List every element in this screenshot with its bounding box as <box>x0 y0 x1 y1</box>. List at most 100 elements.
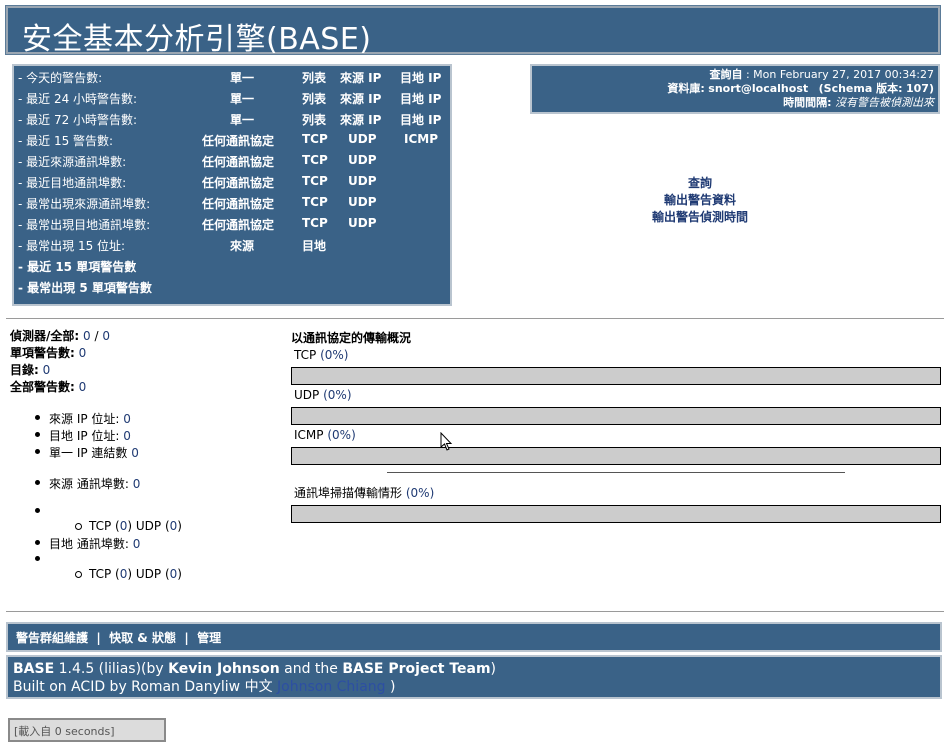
src-port-link[interactable]: 0 <box>133 477 141 491</box>
sensors-label: 偵測器/全部: <box>10 329 80 343</box>
icmp-label: ICMP <box>294 428 324 442</box>
dst-udp-label: ) UDP ( <box>127 567 170 581</box>
src-ip-link[interactable]: 0 <box>123 412 131 426</box>
nav-link[interactable]: TCP <box>302 153 328 167</box>
acid-credit: Built on ACID by Roman Danyliw 中文 <box>13 679 273 695</box>
nav-link[interactable]: 來源 IP <box>340 111 381 128</box>
nav-link[interactable]: 任何通訊協定 <box>202 216 274 233</box>
translator-link[interactable]: Johnson Chiang <box>277 679 386 695</box>
nav-link[interactable]: 目地 IP <box>400 90 441 107</box>
query-info-panel: 查詢自 : Mon February 27, 2017 00:34:27 資料庫… <box>530 64 940 114</box>
protocol-label: TCP (0%) <box>294 348 348 362</box>
mouse-cursor-icon <box>440 432 453 451</box>
team-link[interactable]: BASE Project Team <box>342 661 490 677</box>
schema-label: (Schema 版本: <box>818 82 903 95</box>
nav-link[interactable]: UDP <box>348 174 377 188</box>
udp-label: UDP <box>294 388 320 402</box>
dst-port-link[interactable]: 0 <box>133 537 141 551</box>
nav-row-label: - 最近 72 小時警告數: <box>18 113 138 127</box>
nav-row[interactable]: - 最近 15 單項警告數 <box>18 258 448 278</box>
total-alerts-link[interactable]: 0 <box>79 380 87 394</box>
udp-pct-link[interactable]: (0%) <box>323 388 351 402</box>
unique-ip-link[interactable]: 0 <box>131 446 139 460</box>
load-time: [載入自 0 seconds] <box>8 718 166 742</box>
interval-value: 沒有警告被偵測出來 <box>835 96 934 109</box>
export-alert-time-link[interactable]: 輸出警告偵測時間 <box>600 209 800 226</box>
unique-alerts-link[interactable]: 0 <box>79 346 87 360</box>
nav-row-label: - 今天的警告數: <box>18 71 103 85</box>
nav-link[interactable]: TCP <box>302 216 328 230</box>
nav-link[interactable]: 單一 <box>230 69 254 86</box>
title-bar: 安全基本分析引擎(BASE) <box>5 5 941 57</box>
nav-link[interactable]: 列表 <box>302 69 326 86</box>
nav-link[interactable]: 來源 <box>230 237 254 254</box>
categories-link[interactable]: 0 <box>43 363 51 377</box>
nav-row: - 最常出現目地通訊埠數: 任何通訊協定 TCP UDP <box>18 216 448 236</box>
menu-sep: | <box>184 631 189 645</box>
divider <box>6 611 944 612</box>
nav-link[interactable]: TCP <box>302 132 328 146</box>
nav-link[interactable]: 單一 <box>230 90 254 107</box>
nav-link[interactable]: 目地 IP <box>400 69 441 86</box>
src-tcp-label: TCP ( <box>89 519 120 533</box>
nav-link[interactable]: TCP <box>302 195 328 209</box>
and-text: and the <box>279 661 343 677</box>
list-item: 目地 通訊埠數: 0 <box>35 535 141 552</box>
nav-row-label: - 最近來源通訊埠數: <box>18 155 127 169</box>
protocol-label: ICMP (0%) <box>294 428 356 442</box>
nav-link[interactable]: 任何通訊協定 <box>202 153 274 170</box>
cache-status-link[interactable]: 快取 & 狀態 <box>109 631 176 645</box>
query-links: 查詢 輸出警告資料 輸出警告偵測時間 <box>600 175 800 226</box>
portscan-pct-link[interactable]: (0%) <box>406 486 434 500</box>
version-text: 1.4.5 (lilias)(by <box>54 661 169 677</box>
query-link[interactable]: 查詢 <box>600 175 800 192</box>
base-link[interactable]: BASE <box>13 661 54 677</box>
traffic-divider <box>387 472 845 473</box>
export-alerts-link[interactable]: 輸出警告資料 <box>600 192 800 209</box>
nav-link[interactable]: 列表 <box>302 90 326 107</box>
nav-link[interactable]: 列表 <box>302 111 326 128</box>
nav-row: - 最近 72 小時警告數: 單一 列表 來源 IP 目地 IP <box>18 111 448 131</box>
nav-row: - 最近目地通訊埠數: 任何通訊協定 TCP UDP <box>18 174 448 194</box>
nav-row: - 最近來源通訊埠數: 任何通訊協定 TCP UDP <box>18 153 448 173</box>
nav-link[interactable]: 單一 <box>230 111 254 128</box>
alert-group-link[interactable]: 警告群組維護 <box>16 631 88 645</box>
sensors-total[interactable]: 0 <box>102 329 110 343</box>
sensors-link[interactable]: 0 <box>83 329 91 343</box>
tcp-label: TCP <box>294 348 317 362</box>
dst-ip-link[interactable]: 0 <box>123 429 131 443</box>
nav-link[interactable]: 來源 IP <box>340 90 381 107</box>
nav-link[interactable]: ICMP <box>404 132 438 146</box>
admin-menu-bar: 警告群組維護 | 快取 & 狀態 | 管理 <box>6 622 942 652</box>
nav-link[interactable]: 目地 <box>302 237 326 254</box>
summary-stats: 偵測器/全部: 0 / 0 單項警告數: 0 目錄: 0 全部警告數: 0 <box>10 328 110 396</box>
nav-link[interactable]: 來源 IP <box>340 69 381 86</box>
tcp-pct-link[interactable]: (0%) <box>320 348 348 362</box>
nav-link[interactable]: UDP <box>348 195 377 209</box>
dst-port-label: 目地 通訊埠數: <box>49 537 129 551</box>
nav-link[interactable]: 目地 IP <box>400 111 441 128</box>
nav-link[interactable]: 任何通訊協定 <box>202 132 274 149</box>
nav-row-label[interactable]: - 最常出現 5 單項警告數 <box>18 279 152 296</box>
author-link[interactable]: Kevin Johnson <box>168 661 280 677</box>
nav-link[interactable]: UDP <box>348 216 377 230</box>
categories-label: 目錄: <box>10 363 39 377</box>
icmp-bar <box>291 447 941 465</box>
udp-bar <box>291 407 941 425</box>
nav-link[interactable]: UDP <box>348 132 377 146</box>
nav-row[interactable]: - 最常出現 5 單項警告數 <box>18 279 448 299</box>
query-time: : Mon February 27, 2017 00:34:27 <box>745 68 934 81</box>
list-item: TCP (0) UDP (0) <box>75 519 182 533</box>
nav-link[interactable]: TCP <box>302 174 328 188</box>
traffic-heading: 以通訊協定的傳輸概況 <box>291 331 412 345</box>
query-label: 查詢自 <box>709 68 743 81</box>
admin-link[interactable]: 管理 <box>197 631 221 645</box>
nav-link[interactable]: 任何通訊協定 <box>202 174 274 191</box>
icmp-pct-link[interactable]: (0%) <box>327 428 355 442</box>
portscan-label-row: 通訊埠掃描傳輸情形 (0%) <box>294 484 434 501</box>
src-ip-label: 來源 IP 位址: <box>49 412 120 426</box>
credits-bar: BASE 1.4.5 (lilias)(by Kevin Johnson and… <box>6 655 942 699</box>
nav-row-label[interactable]: - 最近 15 單項警告數 <box>18 258 136 275</box>
nav-link[interactable]: UDP <box>348 153 377 167</box>
nav-link[interactable]: 任何通訊協定 <box>202 195 274 212</box>
